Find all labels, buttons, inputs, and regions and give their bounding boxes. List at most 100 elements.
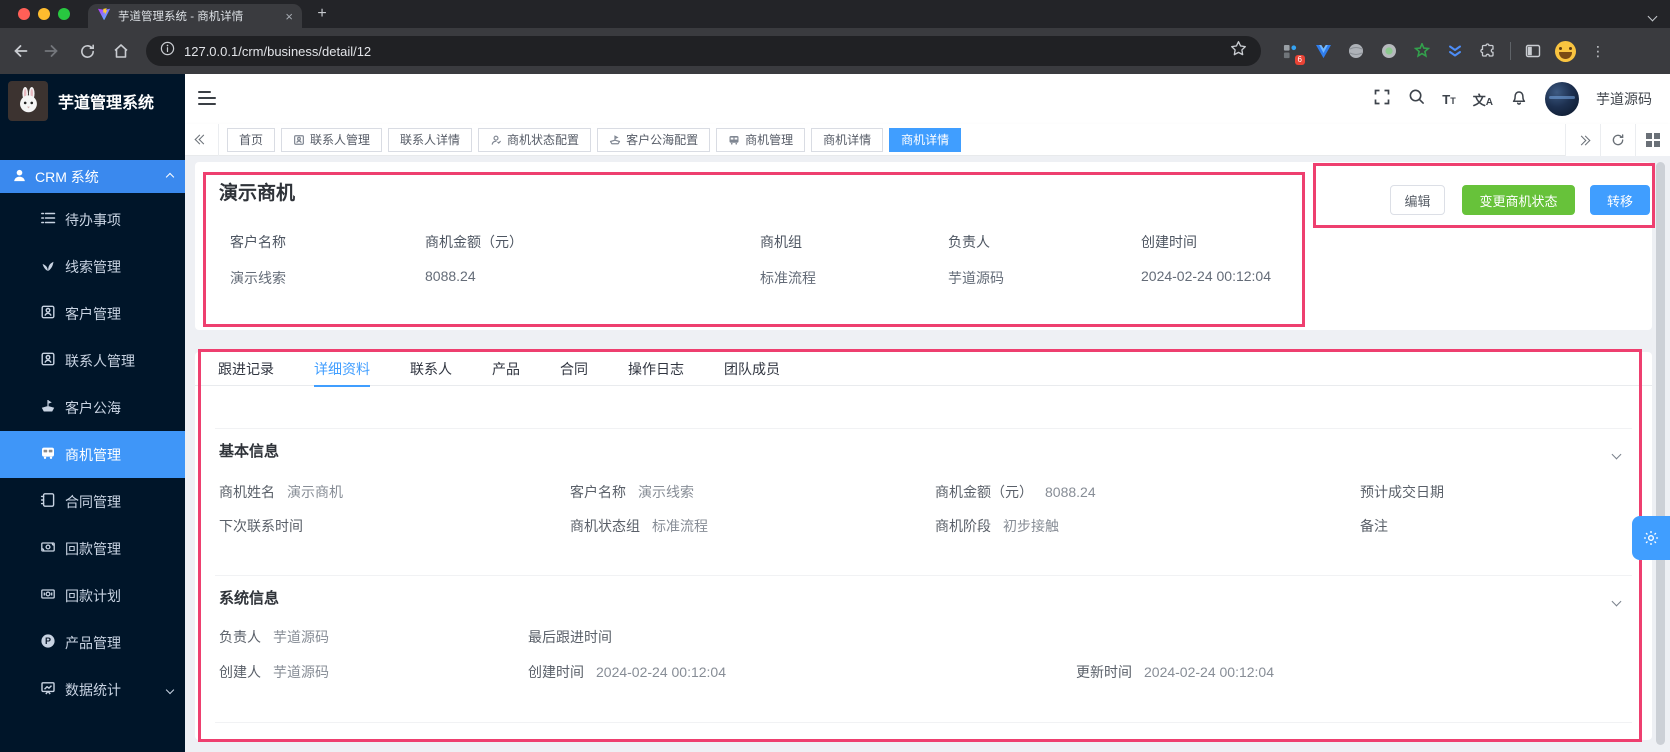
sidebar-item-contracts[interactable]: 合同管理: [0, 478, 185, 525]
sidebar-item-receivable-plan[interactable]: 回款计划: [0, 572, 185, 619]
profile-avatar-icon[interactable]: [1555, 40, 1576, 62]
tag-tab-contact-mgmt[interactable]: 联系人管理: [281, 127, 383, 152]
browser-menu-icon[interactable]: ⋮: [1587, 40, 1609, 62]
collapse-menu-icon[interactable]: [198, 91, 216, 109]
summary-create-time: 创建时间 2024-02-24 00:12:04: [1141, 234, 1271, 284]
change-status-button[interactable]: 变更商机状态: [1462, 185, 1575, 215]
app-logo[interactable]: 芋道管理系统: [0, 74, 185, 128]
tag-tab-business-detail-active[interactable]: 商机详情: [889, 127, 962, 152]
tags-menu-grid-icon[interactable]: [1635, 124, 1670, 156]
sidebar-item-label: 合同管理: [65, 493, 121, 510]
tags-refresh-icon[interactable]: [1600, 124, 1635, 156]
extension-ball-icon[interactable]: [1345, 40, 1367, 62]
tab-search-icon[interactable]: [1647, 7, 1658, 25]
site-info-icon[interactable]: [160, 41, 175, 61]
tags-scroll-left-icon[interactable]: [185, 123, 219, 156]
business-summary-card: 演示商机 编辑 变更商机状态 转移 客户名称 演示线索 商机金额（元） 8088.2…: [195, 162, 1652, 330]
window-maximize-button[interactable]: [58, 8, 70, 20]
tab-follow-records[interactable]: 跟进记录: [218, 352, 274, 386]
user-icon: [12, 168, 27, 186]
tag-tab-sea-config[interactable]: 客户公海配置: [597, 127, 711, 152]
extension-chevrons-icon[interactable]: [1444, 40, 1466, 62]
sidebar-item-public-sea[interactable]: 客户公海: [0, 384, 185, 431]
tab-detail-info[interactable]: 详细资料: [314, 352, 370, 387]
sidebar-item-receivables[interactable]: 回款管理: [0, 525, 185, 572]
sidebar-item-label: 客户公海: [65, 399, 121, 416]
sidebar-item-label: 回款管理: [65, 540, 121, 557]
field-owner: 负责人 芋道源码: [219, 629, 329, 645]
tag-tab-home[interactable]: 首页: [227, 127, 276, 152]
search-icon[interactable]: [1408, 88, 1425, 110]
app-window: 芋道管理系统 CRM 系统 待办事项 线索管理 客户管理 联系人管理 客户公海 …: [0, 74, 1670, 752]
tag-tab-business-detail[interactable]: 商机详情: [811, 127, 884, 152]
extensions-puzzle-icon[interactable]: [1477, 40, 1499, 62]
field-last-follow: 最后跟进时间: [528, 629, 612, 645]
font-size-icon[interactable]: TT: [1442, 92, 1455, 107]
tags-scroll-right-icon[interactable]: [1565, 124, 1600, 156]
extension-badge: 6: [1294, 55, 1305, 65]
sidebar-item-label: 回款计划: [65, 587, 121, 604]
tab-products[interactable]: 产品: [492, 352, 520, 386]
home-icon[interactable]: [106, 36, 136, 66]
tag-tab-contact-detail[interactable]: 联系人详情: [388, 127, 473, 152]
new-tab-button[interactable]: +: [312, 5, 332, 23]
edit-button[interactable]: 编辑: [1390, 185, 1445, 215]
tab-contracts[interactable]: 合同: [560, 352, 588, 386]
id-card-icon: [40, 304, 56, 323]
tag-tab-status-config[interactable]: 商机状态配置: [478, 127, 592, 152]
tab-team-members[interactable]: 团队成员: [724, 352, 780, 386]
window-close-button[interactable]: [18, 8, 30, 20]
browser-tab-title: 芋道管理系统 - 商机详情: [118, 11, 244, 23]
field-next-contact: 下次联系时间: [219, 518, 303, 534]
browser-tab[interactable]: 芋道管理系统 - 商机详情 ×: [88, 4, 302, 28]
notebook-icon: [40, 492, 56, 511]
summary-owner: 负责人 芋道源码: [948, 234, 1004, 286]
extension-vue-devtools-icon[interactable]: [1312, 40, 1334, 62]
contact-book-icon: [40, 351, 56, 370]
url-bar[interactable]: 127.0.0.1/crm/business/detail/12: [146, 36, 1261, 66]
toolbar-divider: [1510, 42, 1511, 60]
transfer-button[interactable]: 转移: [1590, 185, 1650, 215]
sidebar-item-label: 联系人管理: [65, 352, 135, 369]
section-divider: [215, 428, 1632, 429]
browser-toolbar: 127.0.0.1/crm/business/detail/12 6 ⋮: [0, 28, 1670, 74]
language-icon[interactable]: 文A: [1473, 90, 1493, 109]
tag-tab-business-mgmt[interactable]: 商机管理: [716, 127, 806, 152]
window-minimize-button[interactable]: [38, 8, 50, 20]
collapse-chevron-icon[interactable]: [1611, 445, 1622, 463]
page-title: 演示商机: [219, 183, 296, 204]
side-panel-icon[interactable]: [1522, 40, 1544, 62]
sidebar-item-label: 商机管理: [65, 446, 121, 463]
page-content: 演示商机 编辑 变更商机状态 转移 客户名称 演示线索 商机金额（元） 8088.2…: [185, 156, 1670, 752]
extension-tabs-icon[interactable]: 6: [1279, 40, 1305, 65]
user-avatar[interactable]: [1545, 82, 1579, 116]
svg-text:P: P: [45, 636, 51, 646]
tab-contacts[interactable]: 联系人: [410, 352, 452, 386]
sidebar-item-products[interactable]: P 产品管理: [0, 619, 185, 666]
fullscreen-icon[interactable]: [1373, 88, 1391, 111]
extension-star-icon[interactable]: [1411, 40, 1433, 62]
app-header: TT 文A 芋道源码: [185, 74, 1670, 124]
back-icon[interactable]: [4, 36, 34, 66]
extension-record-icon[interactable]: [1378, 40, 1400, 62]
sidebar-item-todo[interactable]: 待办事项: [0, 196, 185, 243]
sidebar-item-crm-root[interactable]: CRM 系统: [0, 160, 185, 193]
notification-bell-icon[interactable]: [1510, 88, 1528, 111]
sidebar-item-contacts[interactable]: 联系人管理: [0, 337, 185, 384]
url-text: 127.0.0.1/crm/business/detail/12: [184, 43, 372, 59]
reload-icon[interactable]: [72, 36, 102, 66]
todo-list-icon: [40, 210, 56, 229]
sidebar-item-leads[interactable]: 线索管理: [0, 243, 185, 290]
page-scrollbar[interactable]: [1656, 162, 1665, 745]
tab-operation-log[interactable]: 操作日志: [628, 352, 684, 386]
username: 芋道源码: [1596, 91, 1652, 107]
tab-close-icon[interactable]: ×: [285, 10, 293, 23]
sidebar-item-business[interactable]: 商机管理: [0, 431, 185, 478]
sidebar-item-customers[interactable]: 客户管理: [0, 290, 185, 337]
summary-amount: 商机金额（元） 8088.24: [425, 234, 523, 284]
sidebar-item-statistics[interactable]: 数据统计: [0, 666, 185, 713]
settings-gear-button[interactable]: [1632, 516, 1670, 560]
forward-icon[interactable]: [38, 36, 68, 66]
bookmark-star-icon[interactable]: [1230, 40, 1247, 62]
collapse-chevron-icon[interactable]: [1611, 592, 1622, 610]
